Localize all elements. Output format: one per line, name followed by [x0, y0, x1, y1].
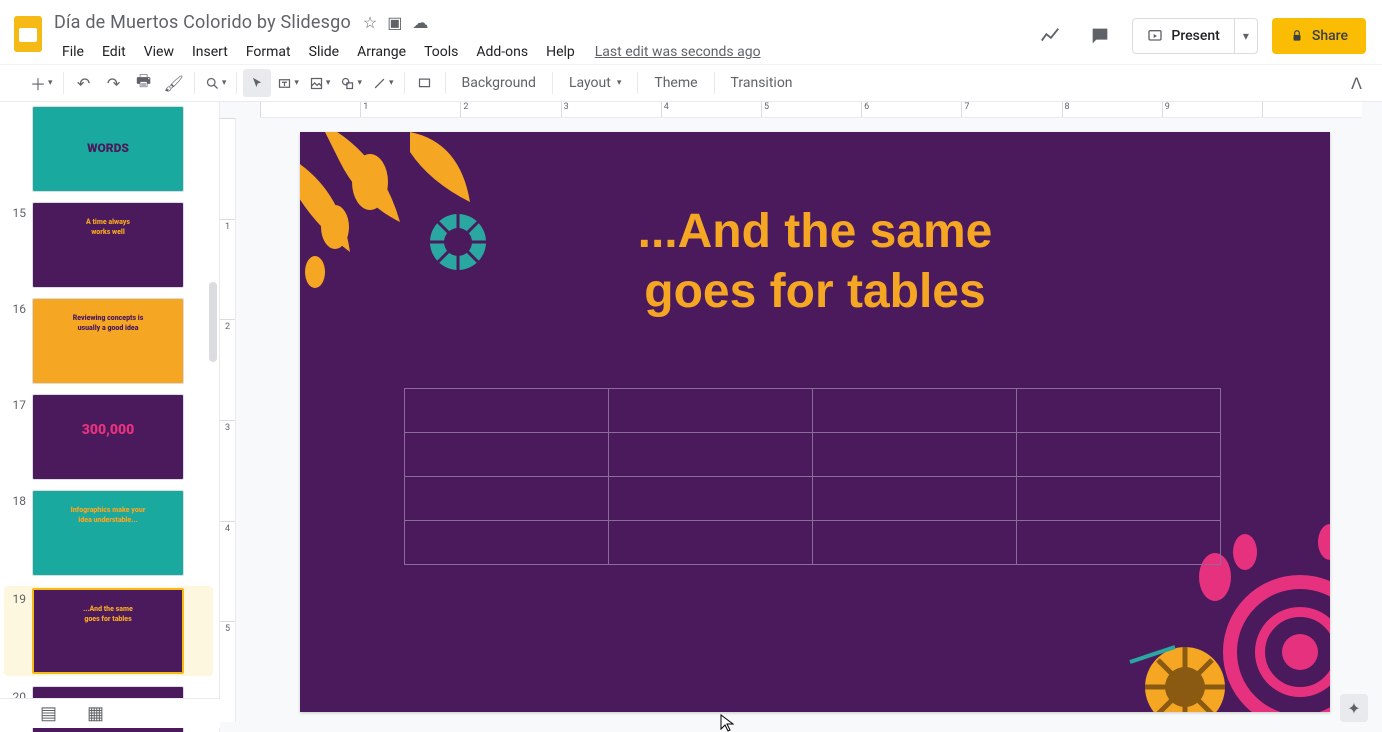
new-slide-button[interactable]: ＋ — [26, 69, 57, 97]
slide-number: 18 — [4, 490, 32, 576]
slides-logo[interactable] — [8, 14, 48, 54]
table-cell[interactable] — [1017, 433, 1221, 477]
table-cell[interactable] — [813, 433, 1017, 477]
menu-add-ons[interactable]: Add-ons — [468, 40, 536, 64]
table-cell[interactable] — [1017, 477, 1221, 521]
menu-file[interactable]: File — [54, 40, 92, 64]
slide-number — [4, 106, 32, 192]
last-edit-link[interactable]: Last edit was seconds ago — [595, 44, 761, 60]
menu-edit[interactable]: Edit — [94, 40, 134, 64]
header-actions: Present ▾ Share — [1032, 18, 1366, 54]
menu-help[interactable]: Help — [538, 40, 583, 64]
table-cell[interactable] — [1017, 521, 1221, 565]
share-button[interactable]: Share — [1272, 18, 1366, 54]
view-switcher: ▤ ▦ — [0, 698, 220, 728]
menu-format[interactable]: Format — [238, 40, 299, 64]
table-cell[interactable] — [813, 477, 1017, 521]
slide-canvas[interactable]: ...And the same goes for tables — [300, 132, 1330, 712]
slide-title[interactable]: ...And the same goes for tables — [638, 202, 993, 322]
table-cell[interactable] — [405, 477, 609, 521]
theme-button[interactable]: Theme — [644, 69, 707, 97]
filmstrip[interactable]: WORDS 15A time alwaysworks well 16Reviewin… — [0, 102, 220, 732]
table-cell[interactable] — [609, 433, 813, 477]
table-cell[interactable] — [813, 521, 1017, 565]
title-block: Día de Muertos Colorido by Slidesgo ☆ ▣ … — [48, 8, 1032, 66]
transition-button[interactable]: Transition — [721, 69, 803, 97]
table-cell[interactable] — [609, 521, 813, 565]
slide-thumbnail[interactable]: 17300,000 — [4, 394, 213, 480]
image-tool[interactable] — [305, 69, 335, 97]
textbox-tool[interactable] — [273, 69, 303, 97]
zoom-button[interactable] — [201, 69, 231, 97]
doc-title[interactable]: Día de Muertos Colorido by Slidesgo — [54, 12, 351, 33]
menu-slide[interactable]: Slide — [301, 40, 347, 64]
paint-format-button[interactable]: 🖌 — [160, 69, 188, 97]
title-icons: ☆ ▣ ☁ — [363, 13, 428, 32]
present-dropdown[interactable]: ▾ — [1234, 19, 1257, 53]
slide-table[interactable] — [404, 388, 1221, 565]
undo-button[interactable]: ↶ — [70, 69, 98, 97]
decoration-top-left — [300, 132, 520, 372]
cloud-icon[interactable]: ☁ — [412, 13, 428, 32]
filmstrip-view-icon[interactable]: ▤ — [40, 703, 57, 724]
menu-view[interactable]: View — [136, 40, 182, 64]
slide-number: 16 — [4, 298, 32, 384]
select-tool[interactable] — [243, 69, 271, 97]
move-icon[interactable]: ▣ — [387, 13, 402, 32]
slide-thumbnail[interactable]: 15A time alwaysworks well — [4, 202, 213, 288]
menubar: FileEditViewInsertFormatSlideArrangeTool… — [54, 38, 1032, 66]
grid-view-icon[interactable]: ▦ — [87, 703, 104, 724]
layout-button[interactable]: Layout — [559, 69, 631, 97]
ruler-vertical: 12345 — [220, 118, 236, 722]
menu-insert[interactable]: Insert — [184, 40, 236, 64]
table-cell[interactable] — [405, 433, 609, 477]
present-icon — [1147, 28, 1163, 44]
background-button[interactable]: Background — [452, 69, 546, 97]
ruler-horizontal: 123456789 — [260, 102, 1362, 118]
slide-thumbnail[interactable]: WORDS — [4, 106, 213, 192]
collapse-toolbar-icon[interactable]: ᐱ — [1341, 70, 1372, 97]
mouse-cursor-icon — [720, 714, 734, 732]
slide-thumbnail[interactable]: 18Infographics make youridea understable… — [4, 490, 213, 576]
explore-button[interactable]: ✦ — [1340, 694, 1368, 722]
menu-arrange[interactable]: Arrange — [349, 40, 414, 64]
lock-icon — [1290, 29, 1304, 43]
table-cell[interactable] — [405, 389, 609, 433]
table-cell[interactable] — [405, 521, 609, 565]
toolbar: ＋ ↶ ↷ 🖶 🖌 Background Layout Theme Transi… — [0, 64, 1382, 102]
activity-icon[interactable] — [1032, 18, 1068, 54]
print-button[interactable]: 🖶 — [130, 69, 158, 97]
star-icon[interactable]: ☆ — [363, 13, 377, 32]
comment-tool[interactable] — [411, 69, 439, 97]
table-cell[interactable] — [813, 389, 1017, 433]
table-cell[interactable] — [1017, 389, 1221, 433]
table-cell[interactable] — [609, 477, 813, 521]
comments-icon[interactable] — [1082, 18, 1118, 54]
filmstrip-scrollbar[interactable] — [209, 282, 217, 362]
slide-number: 19 — [4, 588, 32, 674]
slide-thumbnail[interactable]: 19...And the samegoes for tables — [4, 586, 213, 676]
slide-number: 15 — [4, 202, 32, 288]
shape-tool[interactable] — [336, 69, 366, 97]
slide-number: 17 — [4, 394, 32, 480]
menu-tools[interactable]: Tools — [416, 40, 466, 64]
table-cell[interactable] — [609, 389, 813, 433]
line-tool[interactable] — [368, 69, 398, 97]
present-button[interactable]: Present ▾ — [1132, 18, 1257, 54]
canvas-area: 123456789 12345 — [220, 102, 1382, 732]
app-header: Día de Muertos Colorido by Slidesgo ☆ ▣ … — [0, 0, 1382, 64]
redo-button[interactable]: ↷ — [100, 69, 128, 97]
slide-thumbnail[interactable]: 16Reviewing concepts isusually a good id… — [4, 298, 213, 384]
main-area: WORDS 15A time alwaysworks well 16Reviewin… — [0, 102, 1382, 732]
